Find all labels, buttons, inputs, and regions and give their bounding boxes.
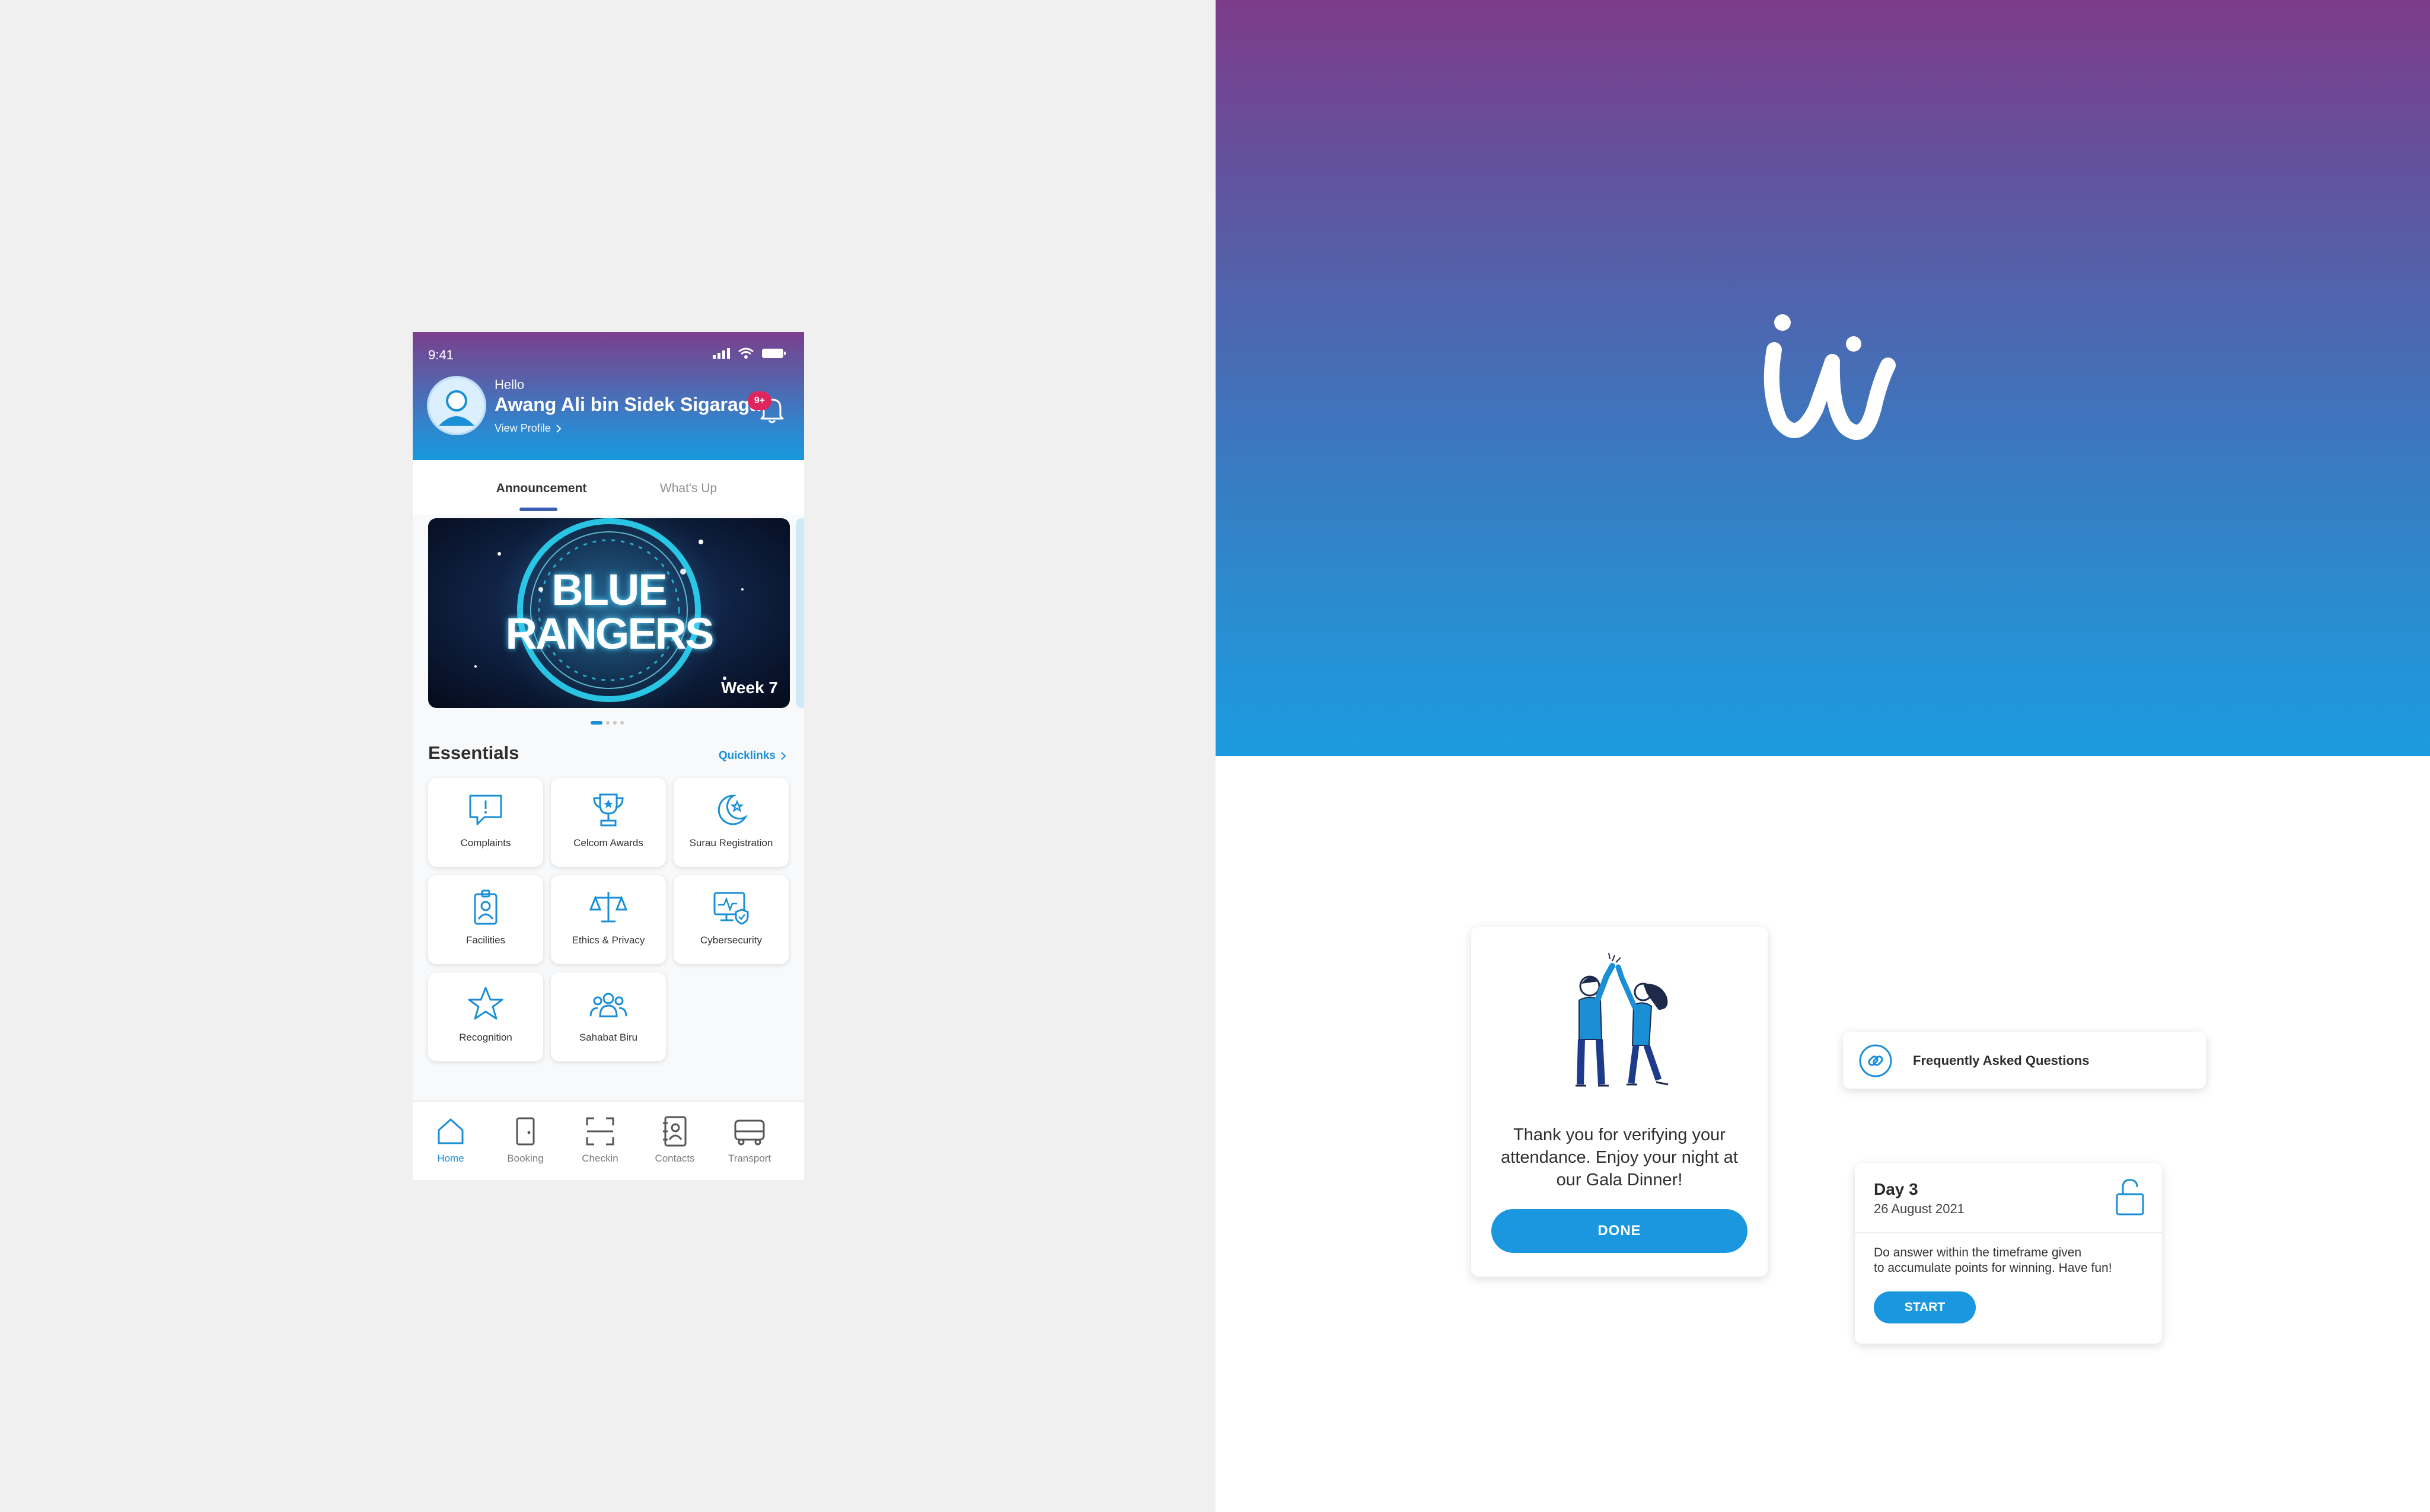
left-panel: 9:41 Hello Awang Ali bin Sidek Sigaraga … [0,0,1216,1512]
phone-screen: 9:41 Hello Awang Ali bin Sidek Sigaraga … [413,332,804,1180]
tab-bar: Announcement What's Up [413,460,804,515]
bus-icon [734,1119,765,1146]
essential-label: Sahabat Biru [579,1032,638,1043]
essential-label: Cybersecurity [700,934,762,946]
carousel-dot[interactable] [606,721,610,725]
day-description-line: Do answer within the timeframe given [1874,1246,2082,1259]
chevron-right-icon [556,424,562,433]
gala-confirmation-card: Thank you for verifying your attendance.… [1471,927,1768,1277]
essential-cybersecurity[interactable]: Cybersecurity [674,875,789,964]
id-badge-icon [474,889,498,925]
carousel-dot[interactable] [620,721,624,725]
profile-header: 9:41 Hello Awang Ali bin Sidek Sigaraga … [413,332,804,460]
essential-label: Complaints [460,837,511,848]
bottom-nav: Home Booking Checkin Contacts Transport [413,1100,804,1180]
nav-home[interactable]: Home [415,1114,486,1165]
user-name: Awang Ali bin Sidek Sigaraga [495,394,761,415]
complaint-icon [469,795,502,825]
avatar[interactable] [427,376,486,435]
trophy-icon [593,793,624,827]
tab-announcement[interactable]: Announcement [495,481,588,496]
door-icon [516,1117,535,1146]
scan-icon [586,1117,614,1146]
crescent-star-icon [717,795,748,825]
day-description-line: to accumulate points for winning. Have f… [1874,1261,2112,1275]
quicklinks-link[interactable]: Quicklinks [719,749,786,763]
scales-icon [589,892,628,923]
next-banner-peek[interactable] [796,518,804,708]
essential-ethics-privacy[interactable]: Ethics & Privacy [551,875,666,964]
essentials-title: Essentials [428,742,519,763]
tab-whats-up[interactable]: What's Up [650,481,727,496]
star-icon [468,987,503,1020]
greeting: Hello [495,377,525,392]
nav-label: Checkin [582,1153,618,1164]
high-five-illustration [1576,952,1669,1087]
essential-label: Celcom Awards [573,837,643,848]
link-icon [1859,1044,1892,1077]
battery-icon [762,349,786,358]
gala-message: Thank you for verifying your attendance.… [1501,1125,1738,1189]
faq-label: Frequently Asked Questions [1913,1053,2090,1068]
monitor-shield-icon [713,892,749,925]
status-icons [713,347,786,359]
nav-label: Home [437,1153,464,1164]
chevron-right-icon [781,752,786,760]
wifi-icon [738,347,754,359]
nav-label: Booking [507,1153,544,1164]
done-button[interactable]: DONE [1491,1209,1747,1253]
carousel-dot[interactable] [591,721,602,725]
day-date: 26 August 2021 [1874,1201,1965,1216]
carousel-dot[interactable] [613,721,617,725]
unlock-icon [2116,1179,2144,1216]
faq-card[interactable]: Frequently Asked Questions [1843,1032,2206,1089]
start-button[interactable]: START [1874,1291,1976,1323]
notification-badge: 9+ [748,391,771,410]
people-group-icon [589,993,627,1017]
essential-label: Ethics & Privacy [572,934,645,946]
nav-booking[interactable]: Booking [490,1114,561,1165]
essential-sahabat-biru[interactable]: Sahabat Biru [551,972,666,1061]
essential-label: Facilities [465,934,506,946]
signal-icon [713,348,730,359]
address-book-icon [663,1116,687,1147]
status-time: 9:41 [428,347,454,362]
app-logo [1763,314,1896,440]
view-profile-label: View Profile [495,422,551,434]
user-icon [429,378,484,433]
day-title: Day 3 [1874,1180,1918,1198]
essential-complaints[interactable]: Complaints [428,778,543,867]
home-icon [438,1118,464,1144]
splash-screen [1216,0,2430,756]
quicklinks-label: Quicklinks [718,749,776,762]
essential-surau-registration[interactable]: Surau Registration [674,778,789,867]
view-profile-link[interactable]: View Profile [495,422,562,435]
active-tab-indicator [519,508,557,511]
announcement-banner[interactable]: BLUE RANGERS Week 7 [428,518,790,708]
nav-checkin[interactable]: Checkin [565,1114,636,1165]
divider [1855,1232,2162,1233]
essential-celcom-awards[interactable]: Celcom Awards [551,778,666,867]
banner-title-line2: RANGERS [505,609,714,658]
essential-label: Recognition [459,1032,512,1043]
nav-label: Transport [728,1153,771,1164]
nav-label: Contacts [655,1153,695,1164]
essential-facilities[interactable]: Facilities [428,875,543,964]
nav-contacts[interactable]: Contacts [639,1114,710,1165]
day-quiz-card: Day 3 26 August 2021 Do answer within th… [1855,1163,2162,1344]
right-panel: Thank you for verifying your attendance.… [1216,0,2430,1512]
nav-transport[interactable]: Transport [714,1114,785,1165]
banner-title-line1: BLUE [551,565,667,614]
essential-label: Surau Registration [689,837,773,848]
carousel-dots [591,721,624,725]
banner-week-label: Week 7 [721,678,778,697]
day-description: Do answer within the timeframe given to … [1874,1245,2152,1276]
essential-recognition[interactable]: Recognition [428,972,543,1061]
